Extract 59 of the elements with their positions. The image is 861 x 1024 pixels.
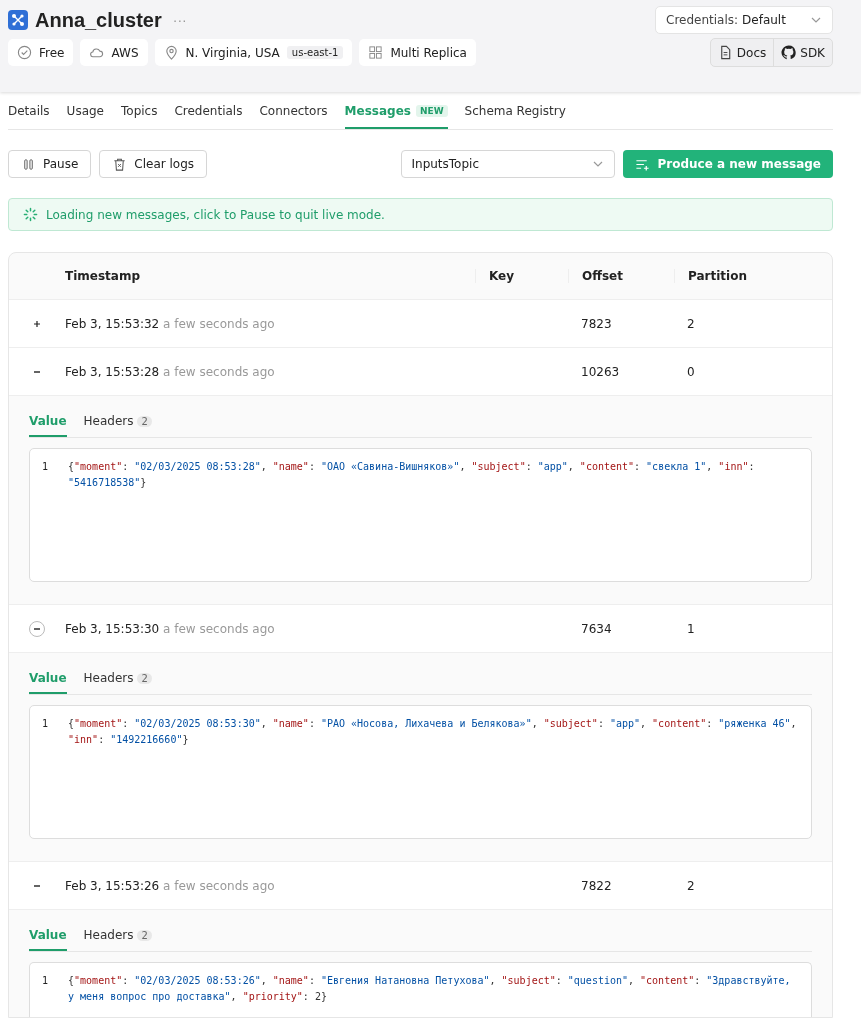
relative-time-text: a few seconds ago (163, 621, 275, 636)
nav-tab[interactable]: Usage (66, 102, 104, 129)
line-number: 1 (42, 460, 49, 474)
chip-label: N. Virginia, USA (185, 45, 280, 60)
table-cell-text: 2 (686, 878, 696, 893)
detail-tab[interactable]: Headers 2 (83, 665, 152, 694)
relative-time-text: a few seconds ago (163, 316, 275, 331)
nav-tab[interactable]: Credentials (174, 102, 243, 129)
nav-tab[interactable]: Details (8, 102, 50, 129)
spinner-icon (23, 207, 38, 222)
region-code-tag: us-east-1 (286, 46, 344, 59)
detail-tab[interactable]: Headers 2 (83, 922, 152, 951)
cloud-icon (89, 45, 105, 60)
line-number: 1 (42, 717, 49, 731)
code-line: {"moment": "02/03/2025 08:53:26", "name": "Евгения Натановна Петухова", "subject": "question", "content": "Здравствуйте, у меня вопрос про доставка", "priority": 2} (68, 974, 792, 1004)
cluster-name: Anna_cluster (35, 8, 162, 32)
pause-icon (21, 156, 36, 172)
table-cell-text: 7823 (580, 316, 613, 331)
relative-time-text: a few seconds ago (163, 878, 275, 893)
docs-link[interactable]: Docs (710, 39, 774, 66)
alert-text: Loading new messages, click to Pause to quit live mode. (46, 207, 385, 222)
nav-tab[interactable]: Connectors (259, 102, 328, 129)
plus-icon (32, 318, 42, 329)
chip-label: AWS (111, 45, 139, 60)
relative-time-text: a few seconds ago (163, 364, 275, 379)
credentials-dropdown[interactable]: Credentials: Default (655, 6, 833, 34)
check-badge-icon (17, 45, 32, 60)
expand-toggle[interactable] (29, 620, 45, 637)
column-header: Partition (674, 269, 832, 283)
timestamp-text: Feb 3, 15:53:30 (65, 621, 160, 636)
nav-tab[interactable]: Schema Registry (464, 102, 566, 129)
location-pin-icon (163, 45, 179, 60)
trash-icon (112, 156, 128, 172)
cluster-logo-icon (8, 10, 28, 30)
column-header: Offset (568, 269, 674, 283)
clear-logs-button[interactable]: Clear logs (99, 150, 208, 178)
column-header: Timestamp (65, 269, 141, 283)
timestamp-text: Feb 3, 15:53:26 (65, 878, 160, 893)
nav-tab[interactable]: Topics (121, 102, 158, 129)
line-number: 1 (42, 974, 49, 988)
pause-button[interactable]: Pause (8, 150, 92, 178)
topic-dropdown[interactable]: InputsTopic (400, 150, 615, 178)
github-icon (781, 45, 797, 60)
code-line: {"moment": "02/03/2025 08:53:30", "name": "РАО «Носова, Лихачева и Белякова»", "subject": "app", "content": "ряженка 46", "inn": "1492216660"} (68, 717, 798, 747)
sdk-link[interactable]: SDK (773, 39, 832, 66)
table-cell-text: 1 (686, 621, 696, 636)
table-cell-text: 7634 (580, 621, 613, 636)
table-cell-text: 0 (686, 364, 696, 379)
timestamp-text: Feb 3, 15:53:32 (65, 316, 160, 331)
detail-tab[interactable]: Headers 2 (83, 408, 152, 437)
table-cell-text: 7822 (580, 878, 613, 893)
code-line: {"moment": "02/03/2025 08:53:28", "name": "ОАО «Савина-Вишняков»", "subject": "app", "content": "свекла 1", "inn": "5416718538"} (68, 460, 756, 490)
timestamp-text: Feb 3, 15:53:28 (65, 364, 160, 379)
chip-label: Free (39, 45, 65, 60)
column-header: Key (475, 269, 568, 283)
table-cell-text: 2 (686, 316, 696, 331)
table-cell-text: 10263 (580, 364, 621, 379)
grid-icon (368, 45, 384, 60)
chip-label: Multi Replica (390, 45, 467, 60)
